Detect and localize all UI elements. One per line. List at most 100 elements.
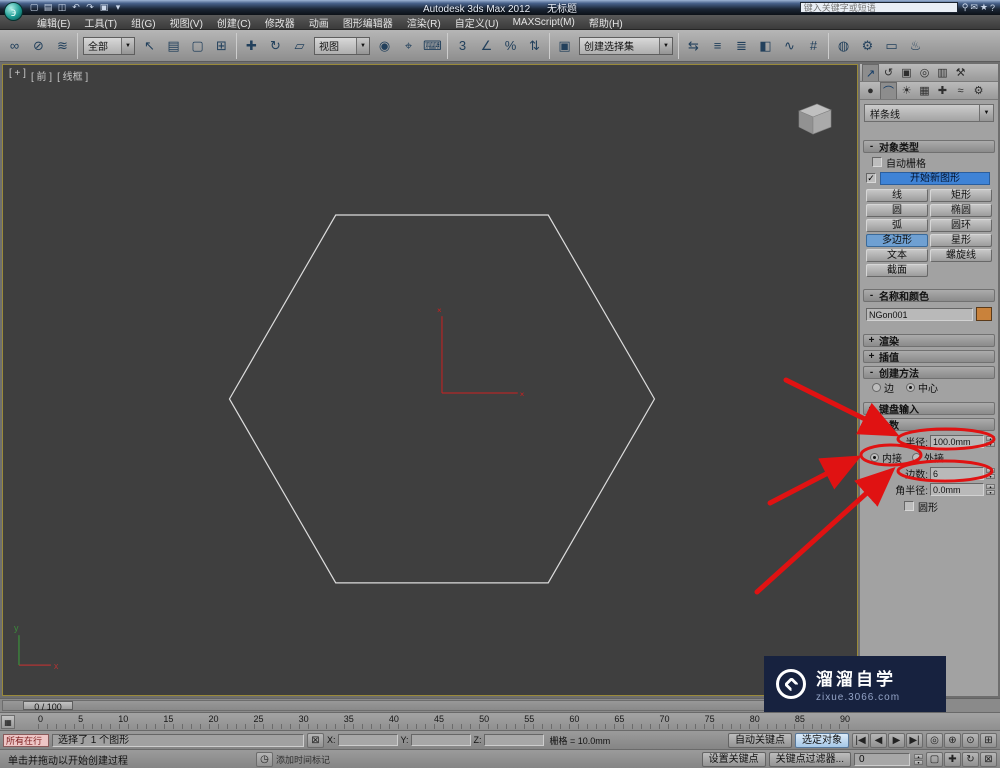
angle-snap-toggle-icon[interactable]: ∠: [475, 34, 498, 58]
object-type-button-9[interactable]: 螺旋线: [930, 249, 992, 262]
edit-named-selection-sets-icon[interactable]: ▣: [553, 34, 576, 58]
open-file-icon[interactable]: ▤: [42, 2, 54, 13]
spinner-down-icon[interactable]: ▾: [986, 489, 995, 495]
tab-modify[interactable]: ↺: [880, 64, 897, 81]
key-filters-button[interactable]: 关键点过滤器...: [768, 751, 851, 767]
zoom-button[interactable]: ◎: [926, 732, 943, 748]
zoom-region-button[interactable]: ▢: [926, 751, 943, 767]
object-type-button-10[interactable]: 截面: [866, 264, 928, 277]
object-type-button-6[interactable]: 多边形: [866, 234, 928, 247]
zoom-extents-all-button[interactable]: ⊞: [980, 732, 997, 748]
creation-method-center-radio[interactable]: [906, 382, 915, 392]
zoom-extents-button[interactable]: ⊙: [962, 732, 979, 748]
play-button[interactable]: ▶: [888, 732, 905, 748]
spinner-down-icon[interactable]: ▾: [986, 473, 995, 479]
shape-category-dropdown[interactable]: 样条线 ▼: [864, 104, 994, 122]
use-pivot-point-center-icon[interactable]: ◉: [373, 34, 396, 58]
menu-item[interactable]: 创建(C): [210, 15, 258, 30]
autogrid-checkbox[interactable]: [872, 157, 882, 167]
orbit-button[interactable]: ↻: [962, 751, 979, 767]
frame-spinner[interactable]: ▴ ▾: [914, 753, 923, 765]
bind-to-space-warp-icon[interactable]: ≋: [51, 34, 74, 58]
save-file-icon[interactable]: ◫: [56, 2, 68, 13]
help-icon[interactable]: ?: [990, 3, 995, 13]
auto-key-toggle-button[interactable]: 自动关键点: [728, 732, 792, 748]
tab-utilities[interactable]: ⚒: [952, 64, 969, 81]
selection-lock-toggle[interactable]: ⊠: [307, 732, 324, 748]
start-new-shape-checkbox[interactable]: ✓: [866, 173, 876, 183]
spinner-down-icon[interactable]: ▾: [914, 759, 923, 765]
menu-item[interactable]: 渲染(R): [400, 15, 448, 30]
spinner-up-icon[interactable]: ▴: [986, 483, 995, 489]
corner-radius-field[interactable]: 0.0mm: [930, 482, 984, 496]
rollout-parameters[interactable]: - 参数: [863, 418, 995, 432]
infocenter-search-icon[interactable]: ⚲: [962, 2, 969, 13]
maximize-viewport-toggle-button[interactable]: ⊠: [980, 751, 997, 767]
subtab-shapes[interactable]: ⌒: [880, 82, 897, 99]
object-type-button-5[interactable]: 圆环: [930, 219, 992, 232]
infocenter-search-input[interactable]: [799, 2, 958, 13]
layer-manager-icon[interactable]: ≣: [730, 34, 753, 58]
track-bar[interactable]: ▦ 0 5 10 15 20 25 30 35 40 45 50 55 60 65 70 75 80 85 90: [0, 712, 1000, 730]
spinner-up-icon[interactable]: ▴: [986, 435, 995, 441]
select-and-manipulate-icon[interactable]: ⌖: [397, 34, 420, 58]
named-selection-sets-dropdown[interactable]: 创建选择集 ▼: [579, 36, 673, 55]
select-object-icon[interactable]: ↖: [138, 34, 161, 58]
object-name-field[interactable]: NGon001: [866, 307, 973, 321]
chevron-down-icon[interactable]: ▼: [356, 37, 369, 54]
rollout-name-color[interactable]: - 名称和颜色: [863, 289, 995, 303]
subtab-helpers[interactable]: ✚: [934, 82, 951, 99]
viewcube[interactable]: [791, 99, 837, 140]
circular-checkbox[interactable]: [904, 501, 914, 511]
selection-set-scope-dropdown[interactable]: 选定对象: [795, 732, 849, 748]
percent-snap-toggle-icon[interactable]: %: [499, 34, 522, 58]
previous-frame-button[interactable]: ◀: [870, 732, 887, 748]
quick-access-caret-icon[interactable]: ▾: [112, 2, 124, 13]
keyboard-shortcut-override-icon[interactable]: ⌨: [421, 34, 444, 58]
subtab-geometry[interactable]: ●: [862, 82, 879, 99]
menu-item[interactable]: 动画: [302, 15, 336, 30]
corner-radius-spinner[interactable]: ▴ ▾: [986, 483, 995, 495]
viewport-shading-menu[interactable]: [ 线框 ]: [57, 68, 88, 83]
set-key-button[interactable]: 设置关键点: [701, 751, 766, 767]
creation-method-edge-radio[interactable]: [872, 382, 881, 392]
tab-hierarchy[interactable]: ▣: [898, 64, 915, 81]
render-setup-icon[interactable]: ⚙: [856, 34, 879, 58]
rollout-interpolation[interactable]: + 插值: [863, 350, 995, 364]
schematic-view-icon[interactable]: #: [802, 34, 825, 58]
object-type-button-0[interactable]: 线: [866, 189, 928, 202]
spinner-up-icon[interactable]: ▴: [986, 467, 995, 473]
sides-spinner[interactable]: ▴ ▾: [986, 467, 995, 479]
y-coordinate-field[interactable]: [410, 734, 471, 746]
add-time-tag-button[interactable]: 添加时间标记: [276, 753, 330, 766]
menu-item[interactable]: 帮助(H): [582, 15, 630, 30]
mini-curve-editor-button[interactable]: ▦: [1, 714, 15, 729]
menu-item[interactable]: 图形编辑器: [336, 15, 400, 30]
menu-item[interactable]: MAXScript(M): [506, 17, 582, 28]
undo-icon[interactable]: ↶: [70, 2, 82, 13]
object-type-button-4[interactable]: 弧: [866, 219, 928, 232]
current-frame-field[interactable]: 0: [854, 752, 910, 766]
material-editor-icon[interactable]: ◍: [832, 34, 855, 58]
rendered-frame-window-icon[interactable]: ▭: [880, 34, 903, 58]
reference-coordinate-system-dropdown[interactable]: 视图 ▼: [314, 36, 370, 55]
subtab-lights[interactable]: ☀: [898, 82, 915, 99]
spinner-snap-toggle-icon[interactable]: ⇅: [523, 34, 546, 58]
chevron-down-icon[interactable]: ▼: [659, 37, 672, 54]
snaps-toggle-icon[interactable]: 3: [451, 34, 474, 58]
select-and-rotate-icon[interactable]: ↻: [264, 34, 287, 58]
render-production-icon[interactable]: ♨: [904, 34, 927, 58]
viewport-general-menu[interactable]: [ + ]: [9, 68, 26, 83]
menu-item[interactable]: 自定义(U): [448, 15, 506, 30]
object-type-button-3[interactable]: 椭圆: [930, 204, 992, 217]
circumscribed-radio[interactable]: [912, 452, 921, 462]
project-folder-icon[interactable]: ▣: [98, 2, 110, 13]
tab-create[interactable]: ↗: [862, 64, 879, 81]
zoom-all-button[interactable]: ⊕: [944, 732, 961, 748]
mirror-icon[interactable]: ⇆: [682, 34, 705, 58]
start-new-shape-button[interactable]: 开始新图形: [880, 171, 990, 185]
redo-icon[interactable]: ↷: [84, 2, 96, 13]
maxscript-mini-listener[interactable]: 所有在行: [3, 733, 49, 747]
pan-view-button[interactable]: ✚: [944, 751, 961, 767]
select-by-name-icon[interactable]: ▤: [162, 34, 185, 58]
